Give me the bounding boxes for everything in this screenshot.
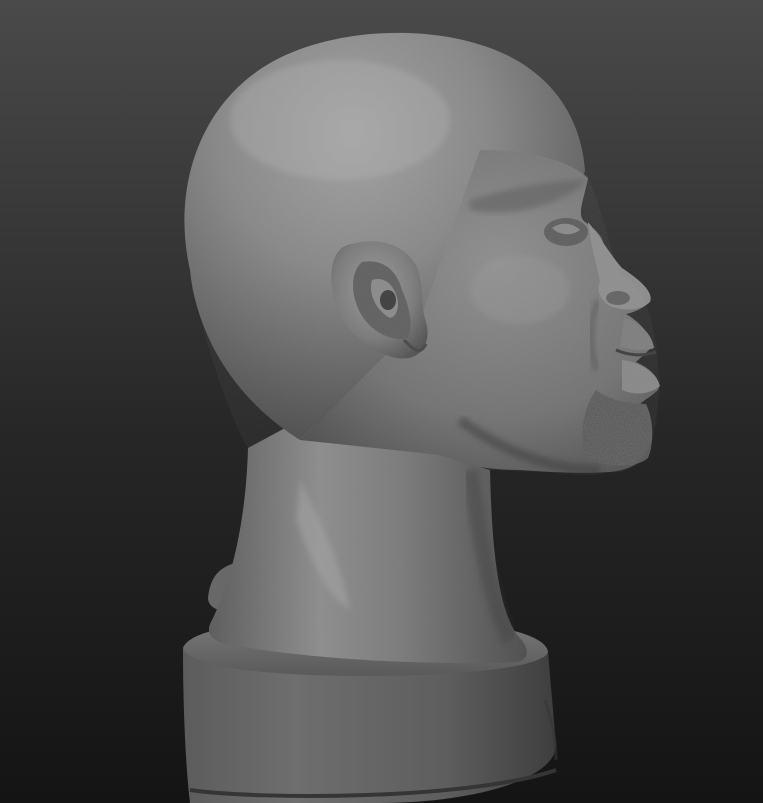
bust-render: [0, 0, 763, 803]
sculpt-viewport[interactable]: [0, 0, 763, 803]
